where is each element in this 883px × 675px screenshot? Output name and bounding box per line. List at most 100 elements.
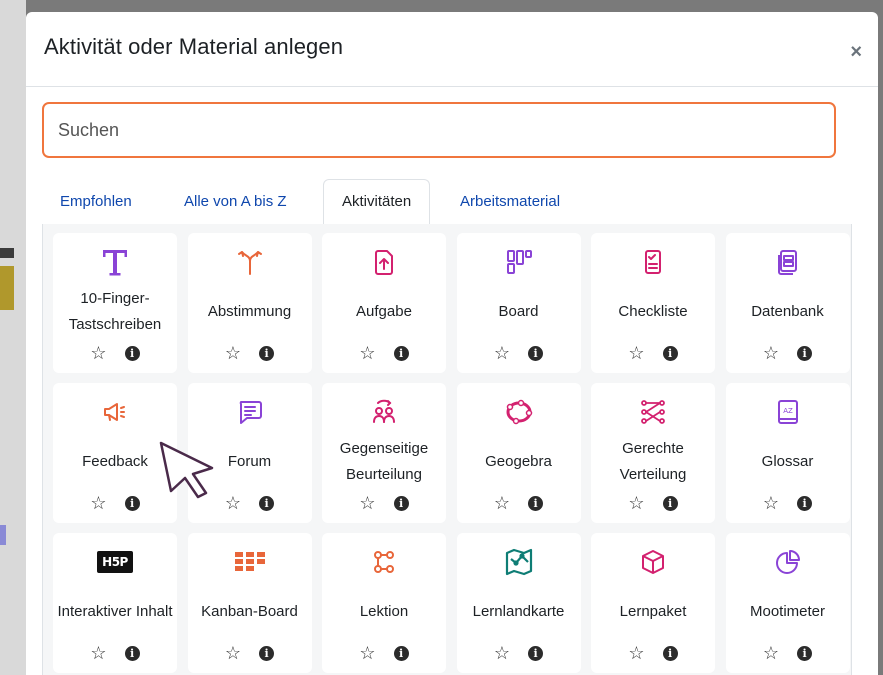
tab-alle-von-a-bis-z[interactable]: Alle von A bis Z xyxy=(166,179,305,224)
star-icon[interactable]: ☆ xyxy=(90,344,106,362)
mouse-pointer-icon xyxy=(159,441,214,499)
activity-card[interactable]: Gegenseitige Beurteilung ☆ i xyxy=(322,383,446,523)
activity-actions: ☆ i xyxy=(457,643,581,663)
star-icon[interactable]: ☆ xyxy=(628,644,644,662)
activity-card[interactable]: Aufgabe ☆ i xyxy=(322,233,446,373)
activity-actions: ☆ i xyxy=(322,343,446,363)
activity-card[interactable]: Board ☆ i xyxy=(456,233,581,373)
activity-actions: ☆ i xyxy=(457,493,581,513)
activity-label: Lektion xyxy=(359,603,409,620)
activity-actions: ☆ i xyxy=(726,643,850,663)
star-icon[interactable]: ☆ xyxy=(225,344,241,362)
info-icon[interactable]: i xyxy=(124,345,140,361)
star-icon[interactable]: ☆ xyxy=(359,344,375,362)
star-icon[interactable]: ☆ xyxy=(90,494,106,512)
star-icon[interactable]: ☆ xyxy=(225,644,241,662)
database-icon xyxy=(726,245,850,279)
info-icon[interactable]: i xyxy=(393,645,409,661)
close-button[interactable]: × xyxy=(850,42,862,62)
activity-label: Abstimmung xyxy=(207,303,292,320)
learning-map-icon xyxy=(457,545,581,579)
star-icon[interactable]: ☆ xyxy=(494,494,510,512)
kanban-icon xyxy=(188,545,312,579)
activity-actions: ☆ i xyxy=(322,643,446,663)
lesson-icon xyxy=(322,545,446,579)
activity-card[interactable]: Datenbank ☆ i xyxy=(725,233,850,373)
board-columns-icon xyxy=(457,245,581,279)
star-icon[interactable]: ☆ xyxy=(763,644,779,662)
activity-label: Glossar xyxy=(761,453,814,470)
activity-card[interactable]: AZ Glossar ☆ i xyxy=(725,383,850,523)
search-input[interactable] xyxy=(42,102,836,158)
star-icon[interactable]: ☆ xyxy=(90,644,106,662)
star-icon[interactable]: ☆ xyxy=(628,494,644,512)
dialog-title: Aktivität oder Material anlegen xyxy=(44,34,344,59)
star-icon[interactable]: ☆ xyxy=(225,494,241,512)
star-icon[interactable]: ☆ xyxy=(763,494,779,512)
activity-label: Lernlandkarte xyxy=(472,603,565,620)
star-icon[interactable]: ☆ xyxy=(494,644,510,662)
info-icon[interactable]: i xyxy=(259,645,275,661)
info-icon[interactable]: i xyxy=(124,495,140,511)
activity-card[interactable]: Lernpaket ☆ i xyxy=(591,533,715,673)
info-icon[interactable]: i xyxy=(662,345,678,361)
activity-card[interactable]: Checkliste ☆ i xyxy=(591,233,715,373)
activity-card[interactable]: H5P Interaktiver Inhalt ☆ i xyxy=(53,533,177,673)
tab-aktivitaeten[interactable]: Aktivitäten xyxy=(323,179,431,225)
geogebra-icon xyxy=(457,395,581,429)
info-icon[interactable]: i xyxy=(259,345,275,361)
activity-card[interactable]: Mootimeter ☆ i xyxy=(725,533,850,673)
star-icon[interactable]: ☆ xyxy=(494,344,510,362)
activity-actions: ☆ i xyxy=(188,643,312,663)
activity-card[interactable]: Gerechte Verteilung ☆ i xyxy=(591,383,715,523)
info-icon[interactable]: i xyxy=(259,495,275,511)
backdrop-fragment xyxy=(0,525,6,545)
peer-review-icon xyxy=(322,395,446,429)
upload-document-icon xyxy=(322,245,446,279)
tab-arbeitsmaterial[interactable]: Arbeitsmaterial xyxy=(442,179,578,224)
activity-card[interactable]: Kanban-Board ☆ i xyxy=(187,533,312,673)
activity-actions: ☆ i xyxy=(322,493,446,513)
info-icon[interactable]: i xyxy=(797,345,813,361)
activity-card[interactable]: Lektion ☆ i xyxy=(322,533,446,673)
info-icon[interactable]: i xyxy=(393,495,409,511)
backdrop-fragment xyxy=(0,248,14,258)
activity-actions: ☆ i xyxy=(726,493,850,513)
activity-label: Checkliste xyxy=(618,303,688,320)
info-icon[interactable]: i xyxy=(662,645,678,661)
activity-label: Mootimeter xyxy=(749,603,826,620)
activity-label: Gegenseitige Beurteilung xyxy=(339,440,429,483)
info-icon[interactable]: i xyxy=(797,495,813,511)
star-icon[interactable]: ☆ xyxy=(628,344,644,362)
info-icon[interactable]: i xyxy=(528,495,544,511)
activity-actions: ☆ i xyxy=(53,643,177,663)
activity-actions: ☆ i xyxy=(726,343,850,363)
info-icon[interactable]: i xyxy=(393,345,409,361)
info-icon[interactable]: i xyxy=(662,495,678,511)
checklist-icon xyxy=(591,245,715,279)
info-icon[interactable]: i xyxy=(528,645,544,661)
activity-actions: ☆ i xyxy=(188,343,312,363)
activity-actions: ☆ i xyxy=(457,343,581,363)
activity-card[interactable]: Geogebra ☆ i xyxy=(456,383,581,523)
pie-chart-icon xyxy=(726,545,850,579)
activity-label: Interaktiver Inhalt xyxy=(57,603,173,620)
info-icon[interactable]: i xyxy=(124,645,140,661)
activity-card[interactable]: Lernlandkarte ☆ i xyxy=(456,533,581,673)
fork-arrows-icon xyxy=(188,245,312,279)
tab-empfohlen[interactable]: Empfohlen xyxy=(42,179,150,224)
star-icon[interactable]: ☆ xyxy=(763,344,779,362)
star-icon[interactable]: ☆ xyxy=(359,494,375,512)
activity-actions: ☆ i xyxy=(591,643,715,663)
activity-card[interactable]: 10-Finger-Tastschreiben ☆ i xyxy=(53,233,177,373)
svg-text:AZ: AZ xyxy=(783,407,793,415)
megaphone-icon xyxy=(53,395,177,429)
chat-bubble-icon xyxy=(188,395,312,429)
info-icon[interactable]: i xyxy=(528,345,544,361)
star-icon[interactable]: ☆ xyxy=(359,644,375,662)
activity-actions: ☆ i xyxy=(591,493,715,513)
activity-card[interactable]: Abstimmung ☆ i xyxy=(187,233,312,373)
activity-label: Board xyxy=(498,303,539,320)
activity-label: Lernpaket xyxy=(619,603,687,620)
info-icon[interactable]: i xyxy=(797,645,813,661)
